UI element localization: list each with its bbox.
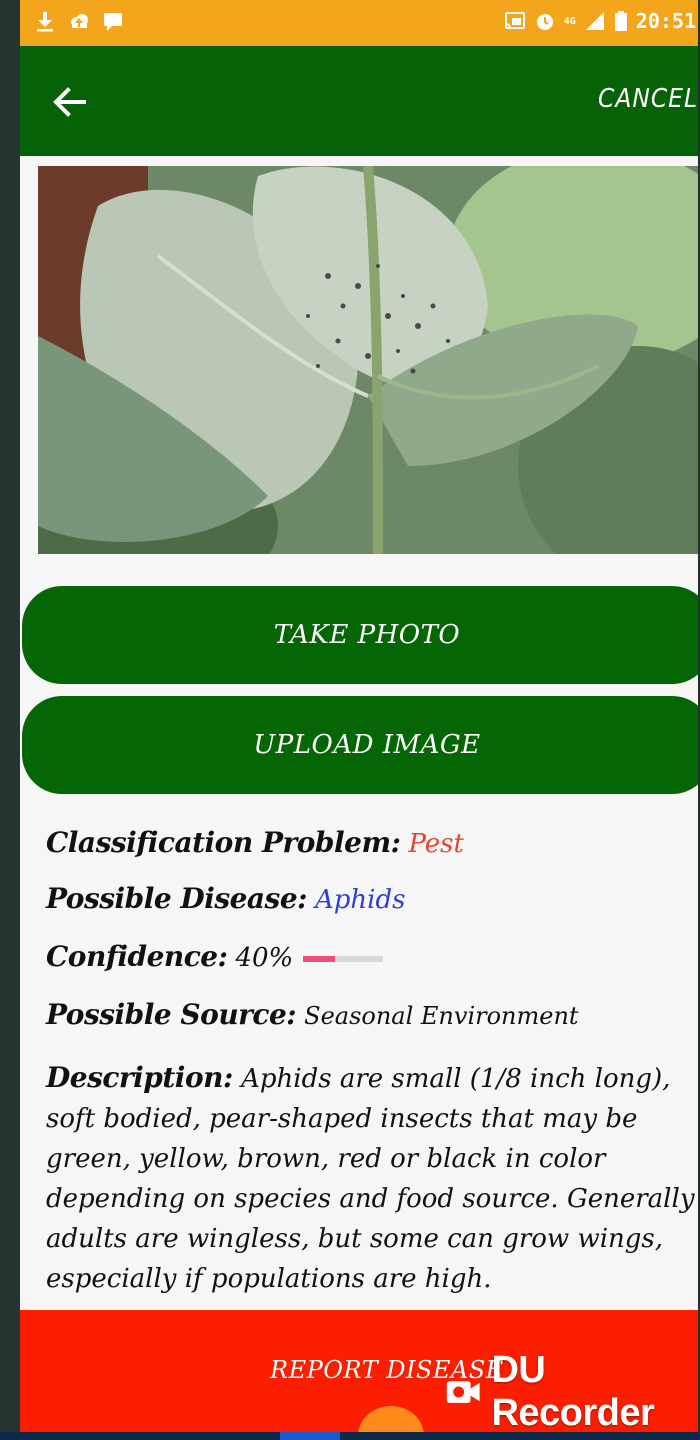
alarm-icon xyxy=(536,14,553,30)
recorder-watermark: DU Recorder xyxy=(445,1349,698,1432)
arrow-left-icon[interactable] xyxy=(50,82,90,122)
take-photo-button[interactable]: TAKE PHOTO xyxy=(22,586,698,684)
download-icon xyxy=(37,12,53,32)
touch-indicator xyxy=(358,1406,424,1432)
signal-icon xyxy=(585,12,604,30)
confidence-value: 40% xyxy=(235,943,294,973)
status-bar-left-icons xyxy=(34,10,124,32)
source-value: Seasonal Environment xyxy=(304,1002,579,1030)
classification-label: Classification Problem: xyxy=(46,826,401,859)
description-text: Aphids are small (1/8 inch long), soft b… xyxy=(46,1064,695,1294)
upload-image-button[interactable]: UPLOAD IMAGE xyxy=(22,696,698,794)
source-label: Possible Source: xyxy=(46,998,297,1031)
classification-row: Classification Problem: Pest xyxy=(46,826,464,859)
disease-row: Possible Disease: Aphids xyxy=(46,882,405,915)
status-time: 20:51 xyxy=(635,9,696,33)
battery-icon xyxy=(614,11,627,31)
confidence-progress-fill xyxy=(303,955,336,962)
source-row: Possible Source: Seasonal Environment xyxy=(46,998,579,1031)
device-frame-left xyxy=(0,0,20,1440)
description-label: Description: xyxy=(46,1061,233,1094)
classification-value: Pest xyxy=(408,829,464,859)
video-camera-icon xyxy=(446,1381,480,1403)
app-screen: 4G 20:51 CANCEL TAKE PHOTO UPLOAD IMAGE … xyxy=(20,0,698,1432)
disease-value: Aphids xyxy=(314,885,406,915)
nav-bar-highlight xyxy=(280,1432,340,1440)
recorder-text: DU Recorder xyxy=(491,1349,655,1432)
device-nav-bar xyxy=(0,1432,700,1440)
status-bar-right-icons: 4G 20:51 xyxy=(504,9,696,33)
cancel-button[interactable]: CANCEL xyxy=(598,84,698,114)
app-bar: CANCEL xyxy=(20,46,698,156)
plant-photo xyxy=(38,166,698,554)
description-block: Description: Aphids are small (1/8 inch … xyxy=(46,1058,698,1299)
leaf-image xyxy=(38,166,698,554)
status-bar: 4G 20:51 xyxy=(20,0,698,46)
chat-icon xyxy=(104,13,122,31)
confidence-row: Confidence: 40% xyxy=(46,940,384,973)
disease-label: Possible Disease: xyxy=(46,882,307,915)
network-type: 4G xyxy=(563,15,576,27)
cast-icon xyxy=(504,12,525,29)
confidence-label: Confidence: xyxy=(46,940,228,973)
cloud-upload-icon xyxy=(71,14,88,28)
confidence-progress-bar xyxy=(303,955,384,962)
